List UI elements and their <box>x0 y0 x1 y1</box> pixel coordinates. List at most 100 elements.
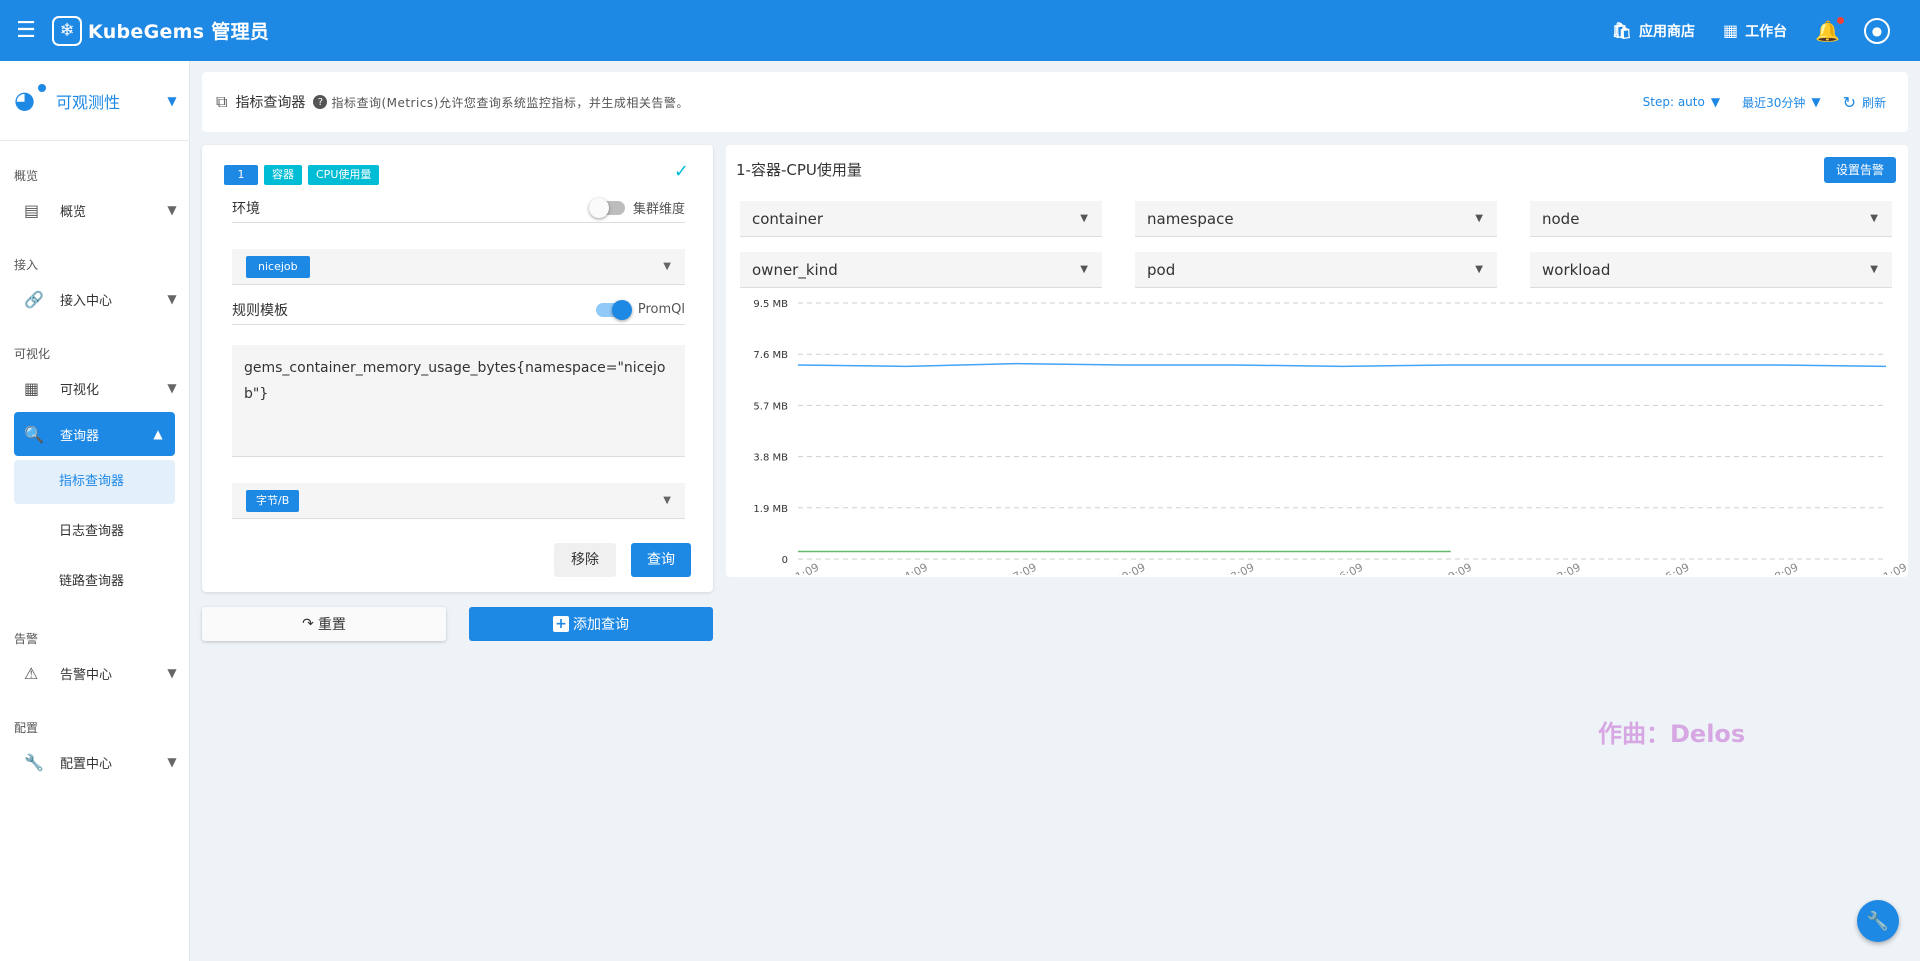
query-button[interactable]: 查询 <box>631 543 691 577</box>
time-range-selector[interactable]: 最近30分钟 ▼ <box>1742 94 1821 111</box>
page-description: 指标查询(Metrics)允许您查询系统监控指标，并生成相关告警。 <box>331 95 689 110</box>
rule-template-label: 规则模板 <box>232 302 288 319</box>
x-tick-label: 15:44:09 <box>880 561 930 575</box>
resource-tag: 容器 <box>264 165 302 185</box>
x-tick-label: 15:50:09 <box>1098 561 1148 575</box>
group-title-alert: 告警 <box>14 632 39 646</box>
filter-workload[interactable]: workload ▼ <box>1530 252 1892 288</box>
page-icon: ⧉ <box>216 92 228 111</box>
query-card: 1 容器 CPU使用量 ✓ 环境 集群维度 nicejob ▼ 规则模板 Pro… <box>202 145 713 592</box>
dropdown-arrow-icon: ▼ <box>663 261 671 272</box>
filter-label: owner_kind <box>752 260 838 279</box>
refresh-label: 刷新 <box>1861 95 1886 110</box>
sidebar-item-overview[interactable]: ▤ 概览 ▼ <box>0 190 189 230</box>
filter-label: container <box>752 209 824 228</box>
group-title-visualization: 可视化 <box>14 347 51 361</box>
sidebar-item-config-center[interactable]: 🔧 配置中心 ▼ <box>0 742 189 782</box>
toggle-label: 集群维度 <box>632 202 685 217</box>
notification-bell-icon[interactable]: 🔔 <box>1815 16 1844 43</box>
y-tick-label: 3.8 MB <box>753 453 788 464</box>
sidebar-item-label: 告警中心 <box>60 667 113 683</box>
chevron-down-icon: ▼ <box>1811 95 1821 109</box>
environment-row: 环境 集群维度 <box>232 193 685 223</box>
chevron-down-icon: ▼ <box>167 666 177 680</box>
environment-select[interactable]: nicejob ▼ <box>232 249 685 285</box>
sidebar-item-queryer[interactable]: 🔍 查询器 ▲ <box>14 412 175 456</box>
step-selector[interactable]: Step: auto ▼ <box>1643 95 1720 109</box>
unit-chip: 字节/B <box>246 489 300 512</box>
reset-button[interactable]: ↷ 重置 <box>202 607 446 641</box>
app-store-link[interactable]: 🛍 应用商店 <box>1612 21 1695 41</box>
rule-tag: CPU使用量 <box>308 165 380 185</box>
remove-button[interactable]: 移除 <box>554 543 616 577</box>
wrench-fab-icon[interactable]: 🔧 <box>1857 900 1899 942</box>
wrench-icon: 🔧 <box>24 752 44 772</box>
app-store-label: 应用商店 <box>1638 23 1695 40</box>
plus-icon: + <box>553 616 569 632</box>
sidebar-item-label: 查询器 <box>60 428 100 444</box>
promql-toggle[interactable]: PromQl <box>595 299 685 320</box>
chart-title: 1-容器-CPU使用量 <box>736 161 862 179</box>
sidebar-item-label: 可视化 <box>60 382 100 398</box>
filter-pod[interactable]: pod ▼ <box>1135 252 1497 288</box>
dropdown-arrow-icon: ▼ <box>1080 264 1088 275</box>
filter-label: pod <box>1147 260 1176 279</box>
brand-title: KubeGems 管理员 <box>88 21 270 43</box>
link-icon: 🔗 <box>24 289 44 309</box>
redo-icon: ↷ <box>302 616 314 632</box>
sidebar-item-access-center[interactable]: 🔗 接入中心 ▼ <box>0 279 189 319</box>
promql-expression-input[interactable]: gems_container_memory_usage_bytes{namesp… <box>232 345 685 457</box>
x-tick-label: 16:02:09 <box>1533 561 1583 575</box>
dashboard-grid-icon: ▦ <box>24 378 40 398</box>
rule-template-row: 规则模板 PromQl <box>232 295 685 325</box>
dashboard-icon: ▤ <box>24 200 40 220</box>
y-tick-label: 7.6 MB <box>753 350 788 361</box>
workbench-link[interactable]: ▦ 工作台 <box>1723 21 1787 41</box>
x-tick-label: 16:11:09 <box>1859 561 1908 575</box>
y-tick-label: 9.5 MB <box>753 299 788 310</box>
dropdown-arrow-icon: ▼ <box>1475 213 1483 224</box>
environment-chip: nicejob <box>246 255 310 278</box>
shopping-bag-icon: 🛍 <box>1611 21 1632 40</box>
chevron-down-icon: ▼ <box>167 292 177 306</box>
refresh-button[interactable]: ↻ 刷新 <box>1843 93 1886 112</box>
x-tick-label: 15:56:09 <box>1315 561 1365 575</box>
sidebar-subitem-log-query[interactable]: 日志查询器 <box>14 510 175 554</box>
menu-icon[interactable]: ☰ <box>0 0 52 61</box>
x-tick-label: 15:41:09 <box>771 561 821 575</box>
brand-logo[interactable]: ❄ KubeGems 管理员 <box>52 15 270 46</box>
workbench-label: 工作台 <box>1745 23 1788 40</box>
page-header: ⧉ 指标查询器 ? 指标查询(Metrics)允许您查询系统监控指标，并生成相关… <box>202 72 1908 132</box>
sidebar-item-label: 接入中心 <box>60 293 113 309</box>
dropdown-arrow-icon: ▼ <box>1475 264 1483 275</box>
x-tick-label: 15:53:09 <box>1207 561 1257 575</box>
query-index-tag: 1 <box>224 165 258 185</box>
filter-container[interactable]: container ▼ <box>740 201 1102 237</box>
x-tick-label: 16:05:09 <box>1642 561 1692 575</box>
dropdown-arrow-icon: ▼ <box>1870 213 1878 224</box>
module-label: 可观测性 <box>56 92 121 112</box>
kubegems-logo-icon: ❄ <box>52 15 82 46</box>
filter-label: workload <box>1542 260 1611 279</box>
x-tick-label: 15:47:09 <box>989 561 1039 575</box>
step-label: Step: auto <box>1642 95 1705 109</box>
chevron-down-icon: ▼ <box>1710 95 1721 109</box>
filter-node[interactable]: node ▼ <box>1530 201 1892 237</box>
sidebar-module-switcher[interactable]: ◕ 可观测性 ▼ <box>0 61 189 141</box>
sidebar-subitem-trace-query[interactable]: 链路查询器 <box>14 560 175 604</box>
unit-select[interactable]: 字节/B ▼ <box>232 483 685 519</box>
sidebar-item-visualization[interactable]: ▦ 可视化 ▼ <box>0 368 189 408</box>
chevron-up-icon: ▲ <box>153 427 163 441</box>
cluster-dimension-toggle[interactable]: 集群维度 <box>588 197 685 218</box>
filter-label: node <box>1542 209 1580 228</box>
toggle-switch <box>588 197 625 218</box>
user-account-icon[interactable]: ● <box>1864 17 1890 44</box>
set-alert-button[interactable]: 设置告警 <box>1823 157 1896 183</box>
filter-owner-kind[interactable]: owner_kind ▼ <box>740 252 1102 288</box>
check-icon[interactable]: ✓ <box>674 161 689 182</box>
filter-namespace[interactable]: namespace ▼ <box>1135 201 1497 237</box>
notification-badge <box>1837 16 1844 24</box>
add-query-button[interactable]: + 添加查询 <box>469 607 713 641</box>
sidebar-subitem-metrics-query[interactable]: 指标查询器 <box>14 460 175 504</box>
sidebar-item-alert-center[interactable]: ⚠ 告警中心 ▼ <box>0 653 189 693</box>
